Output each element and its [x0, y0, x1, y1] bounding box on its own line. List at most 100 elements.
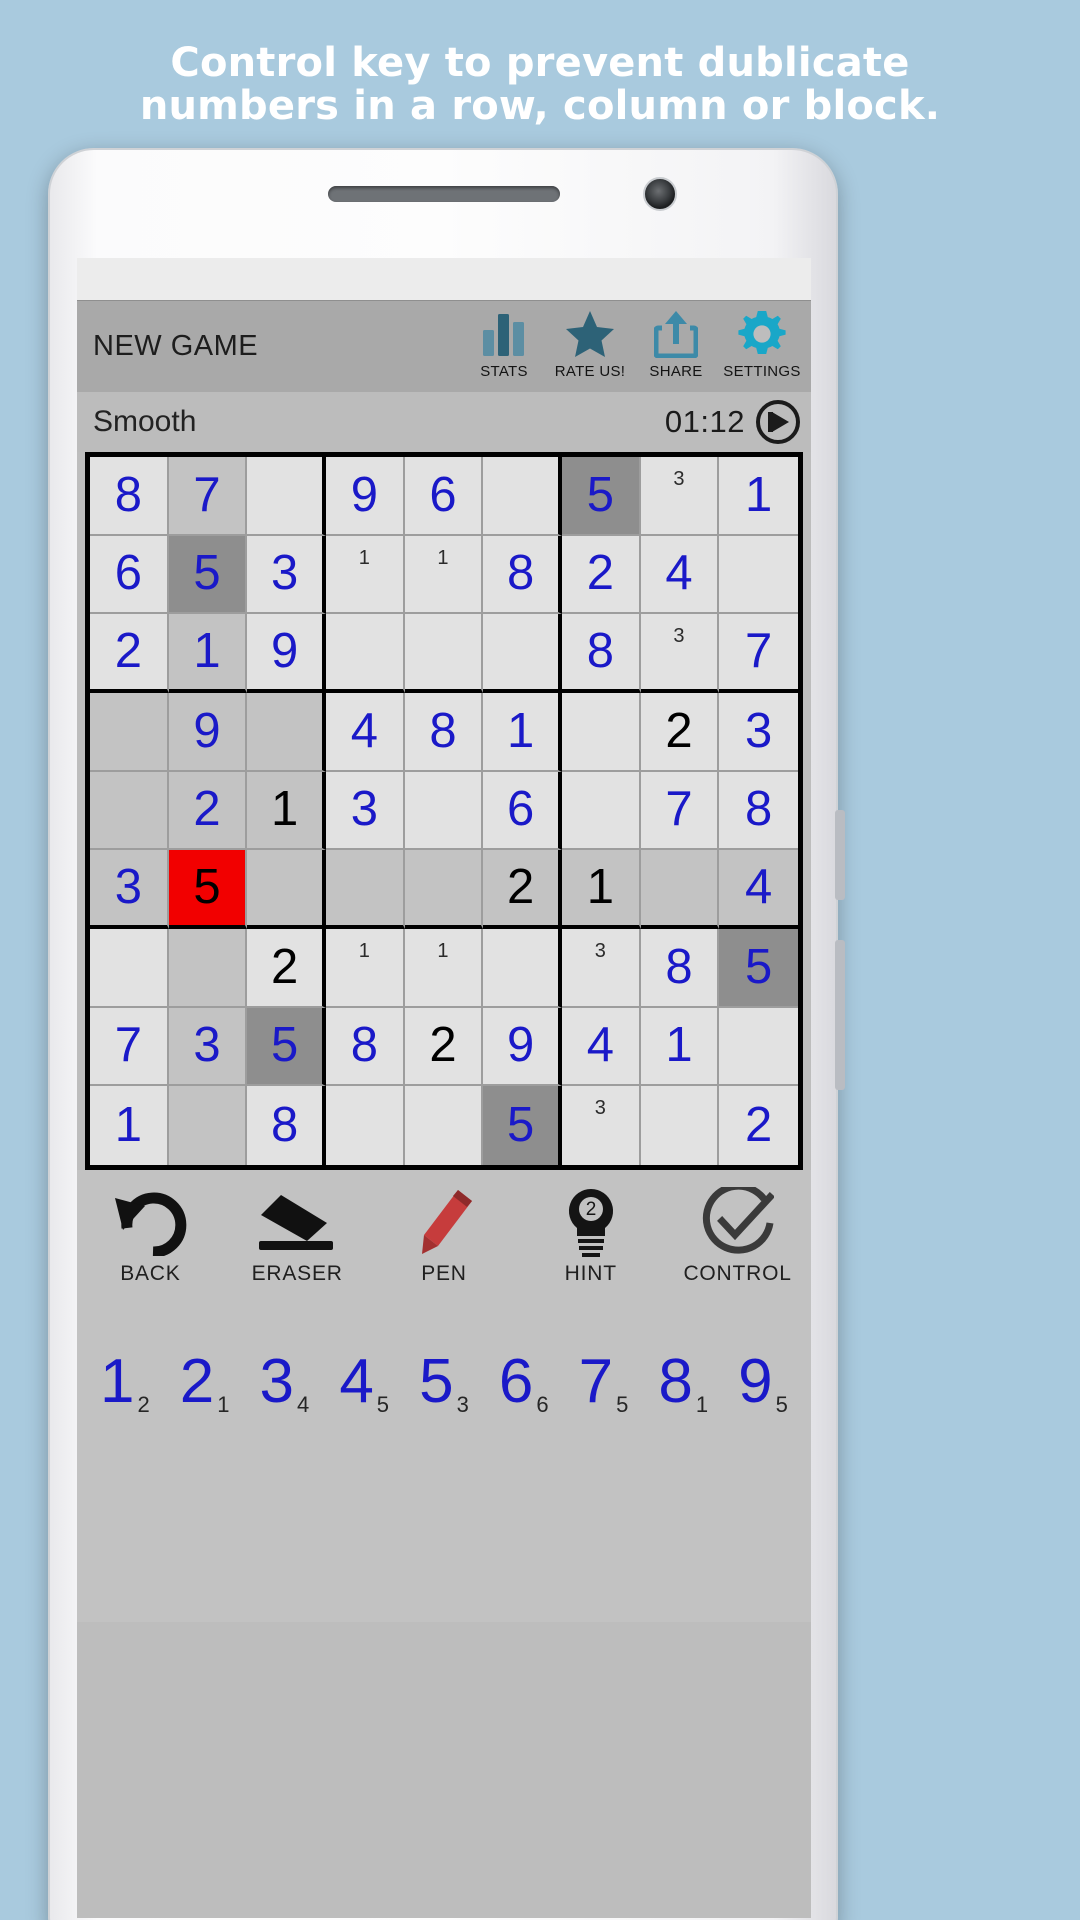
sudoku-cell-r9c2[interactable]: [168, 1086, 248, 1165]
eraser-button[interactable]: ERASER: [230, 1184, 365, 1286]
sudoku-cell-r7c1[interactable]: [90, 928, 169, 1008]
sudoku-cell-r2c2[interactable]: 5: [168, 535, 248, 615]
sudoku-cell-r3c2[interactable]: 1: [168, 614, 248, 693]
numpad-key-7[interactable]: 75: [579, 1351, 629, 1418]
sudoku-cell-r8c7[interactable]: 4: [561, 1007, 641, 1087]
sudoku-cell-r3c3[interactable]: 9: [247, 614, 326, 693]
sudoku-cell-r4c2[interactable]: 9: [168, 692, 248, 772]
sudoku-cell-r5c9[interactable]: 8: [719, 771, 798, 851]
sudoku-cell-r2c8[interactable]: 4: [640, 535, 720, 615]
sudoku-cell-r4c3[interactable]: [247, 692, 326, 772]
sudoku-board[interactable]: 8796531653118242198379481232136783521421…: [85, 452, 803, 1170]
sudoku-cell-r9c6[interactable]: 5: [483, 1086, 562, 1165]
sudoku-cell-r7c7[interactable]: 3: [561, 928, 641, 1008]
sudoku-cell-r4c6[interactable]: 1: [483, 692, 562, 772]
sudoku-cell-r8c8[interactable]: 1: [640, 1007, 720, 1087]
sudoku-cell-r6c3[interactable]: [247, 850, 326, 929]
sudoku-cell-r7c2[interactable]: [168, 928, 248, 1008]
numpad-key-4[interactable]: 45: [339, 1351, 389, 1418]
share-button[interactable]: SHARE: [633, 301, 719, 380]
rate-us-button[interactable]: RATE US!: [547, 301, 633, 380]
sudoku-cell-r5c3[interactable]: 1: [247, 771, 326, 851]
pause-play-icon[interactable]: [755, 399, 801, 445]
sudoku-cell-r5c5[interactable]: [404, 771, 484, 851]
sudoku-cell-r4c9[interactable]: 3: [719, 692, 798, 772]
sudoku-cell-r2c1[interactable]: 6: [90, 535, 169, 615]
sudoku-cell-r3c4[interactable]: [325, 614, 405, 693]
sudoku-cell-r5c4[interactable]: 3: [325, 771, 405, 851]
sudoku-cell-r6c7[interactable]: 1: [561, 850, 641, 929]
sudoku-cell-r9c4[interactable]: [325, 1086, 405, 1165]
sudoku-cell-r1c9[interactable]: 1: [719, 457, 798, 536]
back-button[interactable]: BACK: [83, 1184, 218, 1286]
sudoku-cell-r1c6[interactable]: [483, 457, 562, 536]
sudoku-cell-r4c8[interactable]: 2: [640, 692, 720, 772]
sudoku-cell-r6c4[interactable]: [325, 850, 405, 929]
sudoku-cell-r8c4[interactable]: 8: [325, 1007, 405, 1087]
sudoku-cell-r1c5[interactable]: 6: [404, 457, 484, 536]
sudoku-cell-r6c8[interactable]: [640, 850, 720, 929]
sudoku-cell-r8c2[interactable]: 3: [168, 1007, 248, 1087]
sudoku-cell-r4c4[interactable]: 4: [325, 692, 405, 772]
sudoku-cell-r6c2[interactable]: 5: [168, 850, 248, 929]
numpad-key-2[interactable]: 21: [180, 1351, 230, 1418]
numpad-key-6[interactable]: 66: [499, 1351, 549, 1418]
sudoku-cell-r9c9[interactable]: 2: [719, 1086, 798, 1165]
new-game-button[interactable]: NEW GAME: [93, 330, 258, 363]
sudoku-cell-r9c3[interactable]: 8: [247, 1086, 326, 1165]
sudoku-cell-r4c1[interactable]: [90, 692, 169, 772]
sudoku-cell-r3c7[interactable]: 8: [561, 614, 641, 693]
sudoku-cell-r1c8[interactable]: 3: [640, 457, 720, 536]
sudoku-cell-r2c9[interactable]: [719, 535, 798, 615]
sudoku-cell-r7c8[interactable]: 8: [640, 928, 720, 1008]
sudoku-cell-r3c8[interactable]: 3: [640, 614, 720, 693]
sudoku-cell-r1c1[interactable]: 8: [90, 457, 169, 536]
sudoku-cell-r5c7[interactable]: [561, 771, 641, 851]
sudoku-cell-r3c1[interactable]: 2: [90, 614, 169, 693]
numpad-key-5[interactable]: 53: [419, 1351, 469, 1418]
sudoku-cell-r6c5[interactable]: [404, 850, 484, 929]
sudoku-cell-r3c5[interactable]: [404, 614, 484, 693]
numpad-key-8[interactable]: 81: [658, 1351, 708, 1418]
sudoku-cell-r9c1[interactable]: 1: [90, 1086, 169, 1165]
sudoku-cell-r2c5[interactable]: 1: [404, 535, 484, 615]
sudoku-cell-r1c3[interactable]: [247, 457, 326, 536]
sudoku-cell-r9c7[interactable]: 3: [561, 1086, 641, 1165]
sudoku-cell-r5c6[interactable]: 6: [483, 771, 562, 851]
sudoku-cell-r7c9[interactable]: 5: [719, 928, 798, 1008]
sudoku-cell-r4c5[interactable]: 8: [404, 692, 484, 772]
sudoku-cell-r2c3[interactable]: 3: [247, 535, 326, 615]
sudoku-cell-r1c2[interactable]: 7: [168, 457, 248, 536]
sudoku-cell-r8c3[interactable]: 5: [247, 1007, 326, 1087]
sudoku-cell-r5c2[interactable]: 2: [168, 771, 248, 851]
numpad-key-3[interactable]: 34: [260, 1351, 310, 1418]
sudoku-cell-r7c6[interactable]: [483, 928, 562, 1008]
sudoku-cell-r6c9[interactable]: 4: [719, 850, 798, 929]
sudoku-cell-r8c9[interactable]: [719, 1007, 798, 1087]
sudoku-cell-r7c5[interactable]: 1: [404, 928, 484, 1008]
sudoku-cell-r3c9[interactable]: 7: [719, 614, 798, 693]
sudoku-cell-r2c6[interactable]: 8: [483, 535, 562, 615]
sudoku-cell-r8c6[interactable]: 9: [483, 1007, 562, 1087]
sudoku-cell-r5c1[interactable]: [90, 771, 169, 851]
sudoku-cell-r2c4[interactable]: 1: [325, 535, 405, 615]
sudoku-cell-r7c4[interactable]: 1: [325, 928, 405, 1008]
volume-button[interactable]: [835, 940, 845, 1090]
sudoku-cell-r6c1[interactable]: 3: [90, 850, 169, 929]
sudoku-cell-r8c1[interactable]: 7: [90, 1007, 169, 1087]
sudoku-cell-r2c7[interactable]: 2: [561, 535, 641, 615]
sudoku-cell-r8c5[interactable]: 2: [404, 1007, 484, 1087]
numpad-key-9[interactable]: 95: [738, 1351, 788, 1418]
sudoku-cell-r7c3[interactable]: 2: [247, 928, 326, 1008]
sudoku-cell-r9c5[interactable]: [404, 1086, 484, 1165]
sudoku-cell-r1c7[interactable]: 5: [561, 457, 641, 536]
pen-button[interactable]: PEN: [376, 1184, 511, 1286]
sudoku-cell-r5c8[interactable]: 7: [640, 771, 720, 851]
sudoku-cell-r6c6[interactable]: 2: [483, 850, 562, 929]
hint-button[interactable]: 2 HINT: [523, 1184, 658, 1286]
sudoku-cell-r3c6[interactable]: [483, 614, 562, 693]
sudoku-cell-r1c4[interactable]: 9: [325, 457, 405, 536]
settings-button[interactable]: SETTINGS: [719, 301, 805, 380]
control-button[interactable]: CONTROL: [670, 1184, 805, 1286]
sudoku-cell-r9c8[interactable]: [640, 1086, 720, 1165]
